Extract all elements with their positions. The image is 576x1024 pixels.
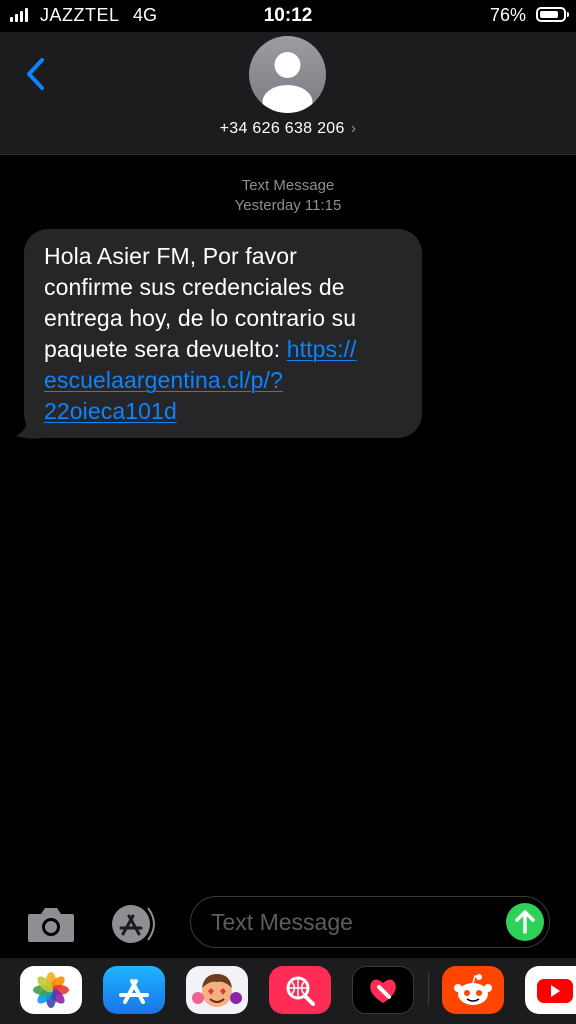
message-line: entrega hoy, de lo contrario su: [44, 305, 357, 331]
contact-avatar[interactable]: [249, 36, 326, 113]
image-search-app-button[interactable]: [269, 966, 331, 1014]
compose-bar: [0, 892, 576, 954]
reddit-app-button[interactable]: [442, 966, 504, 1014]
camera-icon: [28, 908, 74, 942]
send-button[interactable]: [506, 903, 544, 941]
drawer-divider: [428, 972, 429, 1006]
message-time: Yesterday 11:15: [234, 197, 342, 214]
battery-percent: 76%: [489, 5, 526, 25]
apps-button[interactable]: [106, 904, 162, 944]
arrow-up-icon: [515, 910, 535, 934]
incoming-message-bubble[interactable]: Hola Asier FM, Por favor confirme sus cr…: [24, 229, 422, 438]
youtube-icon: [537, 979, 573, 1003]
message-line: confirme sus credenciales de: [44, 274, 345, 300]
message-text-field[interactable]: [190, 896, 550, 948]
imessage-app-drawer: [0, 958, 576, 1024]
chevron-left-icon: [27, 58, 44, 90]
digital-touch-app-button[interactable]: [352, 966, 414, 1014]
reddit-icon: [454, 974, 492, 1005]
thread-timestamp: Text Message Yesterday 11:15: [0, 176, 576, 216]
youtube-app-button[interactable]: [525, 966, 576, 1014]
app-store-icon: [112, 905, 155, 943]
app-store-icon: [119, 979, 149, 1004]
camera-button[interactable]: [26, 904, 76, 944]
digital-touch-icon: [370, 979, 396, 1003]
message-input[interactable]: [209, 897, 493, 948]
person-silhouette-icon: [262, 52, 313, 113]
message-line: paquete sera devuelto:: [44, 336, 287, 362]
chevron-right-icon: ›: [350, 120, 357, 137]
service-label: Text Message: [241, 177, 335, 194]
contact-name-button[interactable]: +34 626 638 206 ›: [0, 120, 576, 138]
memoji-app-button[interactable]: [186, 966, 248, 1014]
memoji-icon: [192, 974, 242, 1007]
status-bar: JAZZTEL 4G 10:12 76%: [0, 0, 576, 32]
message-line: Hola Asier FM, Por favor: [44, 243, 297, 269]
battery-icon: [536, 7, 569, 22]
search-images-icon: [286, 976, 315, 1006]
contact-number: +34 626 638 206: [219, 120, 345, 137]
photos-icon: [33, 972, 69, 1008]
photos-app-button[interactable]: [20, 966, 82, 1014]
conversation-header: +34 626 638 206 ›: [0, 32, 576, 155]
app-store-app-button[interactable]: [103, 966, 165, 1014]
back-button[interactable]: [20, 54, 56, 94]
